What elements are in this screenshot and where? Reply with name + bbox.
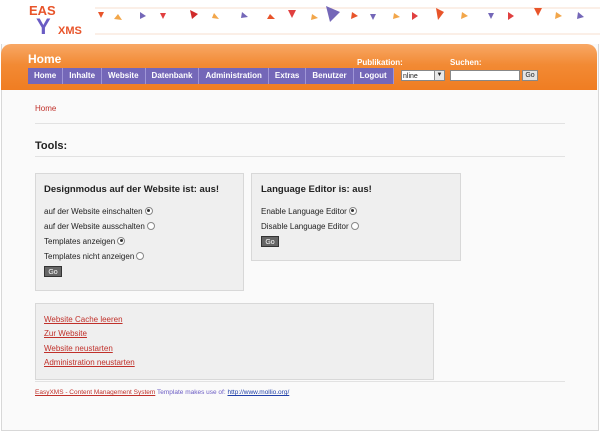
confetti-decoration [95, 6, 600, 35]
search-input[interactable] [450, 70, 520, 81]
design-option-off[interactable]: auf der Website ausschalten [44, 221, 155, 231]
radio-icon[interactable] [136, 251, 145, 260]
nav-logout[interactable]: Logout [353, 68, 394, 84]
publikation-value: nline [403, 73, 418, 80]
main-nav: Home Inhalte Website Datenbank Administr… [28, 68, 394, 84]
divider [35, 123, 565, 124]
language-go-button[interactable]: Go [261, 236, 279, 247]
nav-home[interactable]: Home [28, 68, 64, 84]
nav-extras[interactable]: Extras [268, 68, 307, 84]
link-restart-administration[interactable]: Administration neustarten [44, 358, 135, 367]
nav-datenbank[interactable]: Datenbank [145, 68, 200, 84]
divider [35, 381, 565, 382]
link-to-website[interactable]: Zur Website [44, 329, 87, 338]
breadcrumb[interactable]: Home [35, 104, 56, 113]
language-editor-title: Language Editor is: aus! [261, 184, 372, 195]
design-option-hide-templates[interactable]: Templates nicht anzeigen [44, 251, 145, 261]
radio-icon[interactable] [144, 206, 153, 215]
logo-mid-text: Y [36, 14, 51, 39]
publikation-label: Publikation: [357, 58, 403, 67]
language-option-enable[interactable]: Enable Language Editor [261, 206, 357, 216]
top-banner: EAS Y XMS [0, 0, 600, 44]
nav-benutzer[interactable]: Benutzer [306, 68, 354, 84]
language-option-disable[interactable]: Disable Language Editor [261, 221, 359, 231]
nav-website[interactable]: Website [102, 68, 146, 84]
radio-icon[interactable] [348, 206, 357, 215]
radio-icon[interactable] [146, 221, 155, 230]
nav-administration[interactable]: Administration [199, 68, 269, 84]
page-title: Home [28, 52, 62, 66]
footer: EasyXMS - Content Management System Temp… [35, 389, 289, 396]
footer-url-link[interactable]: http://www.mollio.org/ [227, 389, 289, 396]
footer-brand-link[interactable]: EasyXMS - Content Management System [35, 389, 155, 396]
design-option-on[interactable]: auf der Website einschalten [44, 206, 153, 216]
design-option-show-templates[interactable]: Templates anzeigen [44, 236, 126, 246]
link-restart-website[interactable]: Website neustarten [44, 344, 113, 353]
footer-text: Template makes use of: [157, 389, 226, 396]
divider [35, 156, 565, 157]
radio-icon[interactable] [117, 236, 126, 245]
publikation-select[interactable]: nline ▼ [401, 70, 445, 81]
design-go-button[interactable]: Go [44, 266, 62, 277]
search-label: Suchen: [450, 58, 482, 67]
logo-bottom-text: XMS [58, 25, 82, 37]
nav-inhalte[interactable]: Inhalte [63, 68, 103, 84]
link-clear-cache[interactable]: Website Cache leeren [44, 315, 123, 324]
search-go-button[interactable]: Go [522, 70, 538, 81]
design-mode-title: Designmodus auf der Website ist: aus! [44, 184, 220, 195]
section-title: Tools: [35, 140, 68, 152]
chevron-down-icon[interactable]: ▼ [434, 71, 444, 80]
radio-icon[interactable] [350, 221, 359, 230]
